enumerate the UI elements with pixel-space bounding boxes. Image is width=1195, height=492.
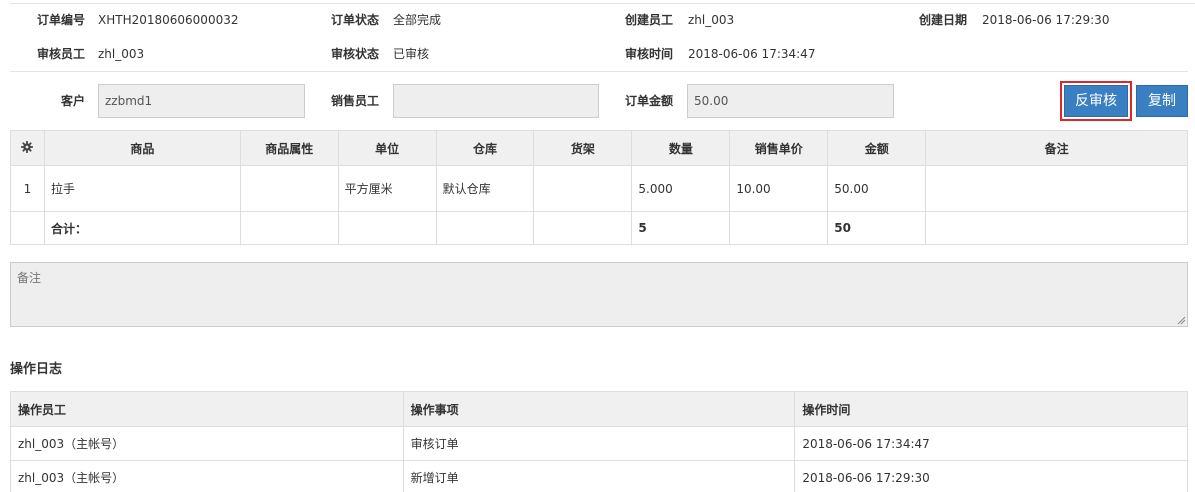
log-action: 审核订单: [402, 426, 796, 461]
audit-status-value: 已审核: [393, 47, 430, 61]
log-header-time: 操作时间: [794, 391, 1188, 427]
cell-unit: 平方厘米: [337, 165, 437, 212]
header-note: 备注: [925, 130, 1188, 166]
sum-row: 合计： 5 50: [10, 211, 1188, 245]
audit-time-value: 2018-06-06 17:34:47: [688, 47, 816, 61]
unaudit-button[interactable]: 反审核: [1064, 85, 1128, 117]
header-attr: 商品属性: [239, 130, 339, 166]
cell-shelf: [533, 165, 633, 212]
sum-empty: [337, 211, 437, 245]
copy-button[interactable]: 复制: [1136, 85, 1188, 117]
items-header-row: 商品 商品属性 单位 仓库 货架 数量 销售单价 金额 备注: [10, 130, 1188, 166]
top-divider: [10, 3, 1195, 4]
log-title: 操作日志: [10, 362, 63, 377]
sum-empty: [10, 211, 45, 245]
order-status-value: 全部完成: [393, 13, 442, 27]
order-amount-input[interactable]: 50.00: [687, 84, 894, 118]
sales-staff-input[interactable]: [393, 84, 599, 118]
sum-empty: [435, 211, 535, 245]
audit-time-label: 审核时间: [624, 47, 673, 61]
order-no-value: XHTH20180606000032: [98, 13, 239, 27]
log-header-action: 操作事项: [402, 391, 796, 427]
cell-price: 10.00: [729, 165, 829, 212]
info-divider: [10, 71, 1188, 72]
gear-icon[interactable]: [20, 140, 34, 154]
creator-label: 创建员工: [624, 13, 673, 27]
table-row: zhl_003（主帐号） 新增订单 2018-06-06 17:29:30: [10, 460, 1188, 492]
log-staff: zhl_003（主帐号）: [10, 460, 404, 492]
sum-empty: [729, 211, 829, 245]
cell-qty: 5.000: [631, 165, 731, 212]
auditor-value: zhl_003: [98, 47, 145, 61]
log-table: 操作员工 操作事项 操作时间 zhl_003（主帐号） 审核订单 2018-06…: [10, 391, 1188, 492]
log-header-row: 操作员工 操作事项 操作时间: [10, 391, 1188, 427]
sum-label: 合计：: [43, 211, 241, 245]
log-header-staff: 操作员工: [10, 391, 404, 427]
log-staff: zhl_003（主帐号）: [10, 426, 404, 461]
header-warehouse: 仓库: [435, 130, 535, 166]
order-info-row-1: 订单编号 XHTH20180606000032 订单状态 全部完成 创建员工 z…: [0, 10, 1195, 30]
sum-qty: 5: [631, 211, 731, 245]
items-table: 商品 商品属性 单位 仓库 货架 数量 销售单价 金额 备注 1 拉手 平方厘米…: [10, 130, 1188, 245]
audit-status-label: 审核状态: [330, 47, 379, 61]
settings-header[interactable]: [10, 130, 45, 166]
sum-amount: 50: [827, 211, 927, 245]
cell-product: 拉手: [43, 165, 241, 212]
sales-staff-label: 销售员工: [330, 94, 379, 108]
table-row: zhl_003（主帐号） 审核订单 2018-06-06 17:34:47: [10, 426, 1188, 461]
order-status-label: 订单状态: [330, 13, 379, 27]
sum-empty: [239, 211, 339, 245]
creator-value: zhl_003: [688, 13, 735, 27]
sum-empty: [533, 211, 633, 245]
header-price: 销售单价: [729, 130, 829, 166]
header-amount: 金额: [827, 130, 927, 166]
log-time: 2018-06-06 17:29:30: [794, 460, 1188, 492]
header-qty: 数量: [631, 130, 731, 166]
table-row: 1 拉手 平方厘米 默认仓库 5.000 10.00 50.00: [10, 165, 1188, 212]
cell-attr: [239, 165, 339, 212]
auditor-label: 审核员工: [36, 47, 85, 61]
sum-empty: [925, 211, 1188, 245]
created-date-value: 2018-06-06 17:29:30: [982, 13, 1110, 27]
customer-label: 客户: [60, 94, 85, 108]
customer-input[interactable]: zzbmd1: [98, 84, 305, 118]
resize-grip-icon[interactable]: [1176, 315, 1186, 325]
cell-warehouse: 默认仓库: [435, 165, 535, 212]
remark-textarea[interactable]: [10, 262, 1188, 327]
order-no-label: 订单编号: [36, 13, 85, 27]
log-time: 2018-06-06 17:34:47: [794, 426, 1188, 461]
row-index: 1: [10, 165, 45, 212]
header-product: 商品: [43, 130, 241, 166]
order-amount-label: 订单金额: [624, 94, 673, 108]
log-action: 新增订单: [402, 460, 796, 492]
cell-amount: 50.00: [827, 165, 927, 212]
order-info-row-2: 审核员工 zhl_003 审核状态 已审核 审核时间 2018-06-06 17…: [0, 44, 1195, 64]
cell-note: [925, 165, 1188, 212]
header-unit: 单位: [337, 130, 437, 166]
header-shelf: 货架: [533, 130, 633, 166]
created-date-label: 创建日期: [918, 13, 967, 27]
